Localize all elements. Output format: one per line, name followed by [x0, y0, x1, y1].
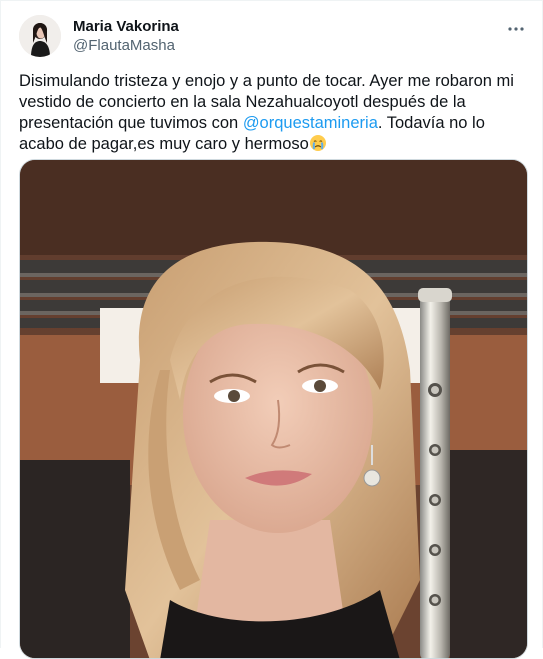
author-info: Maria Vakorina @FlautaMasha: [73, 17, 179, 56]
avatar[interactable]: [19, 15, 61, 57]
more-horizontal-icon: [508, 27, 524, 31]
tweet-card: Maria Vakorina @FlautaMasha Disimulando …: [0, 0, 543, 659]
more-options-button[interactable]: [502, 15, 530, 43]
tweet-text: Disimulando tristeza y enojo y a punto d…: [19, 71, 524, 158]
display-name[interactable]: Maria Vakorina: [73, 17, 179, 36]
crying-face-emoji: [309, 134, 327, 158]
user-handle[interactable]: @FlautaMasha: [73, 36, 179, 56]
photo-selfie-with-flute: [20, 160, 527, 658]
mention-link[interactable]: @orquestamineria: [243, 114, 378, 132]
tweet-media-photo[interactable]: [19, 159, 528, 659]
avatar-image: [19, 15, 61, 57]
